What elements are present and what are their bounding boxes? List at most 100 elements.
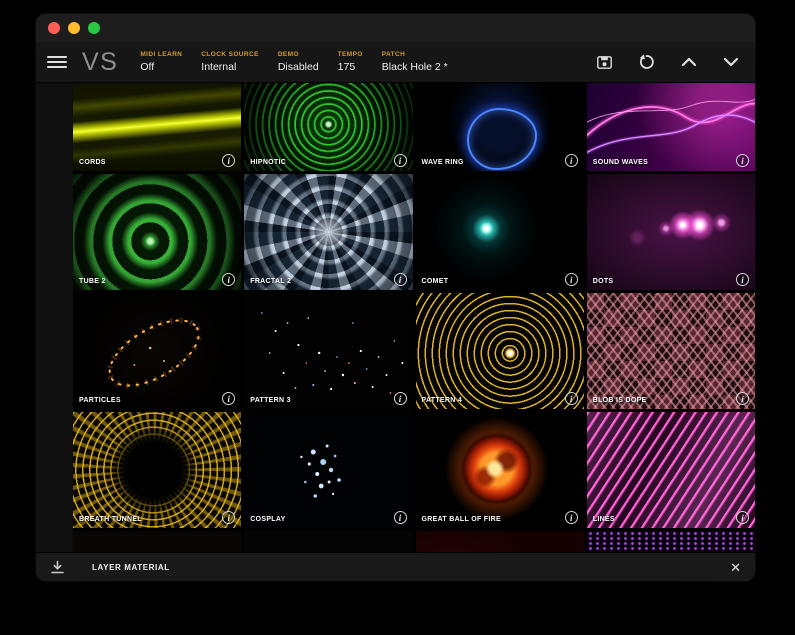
- info-icon[interactable]: i: [394, 511, 407, 524]
- field-label: CLOCK SOURCE: [201, 51, 259, 58]
- waves-art: [587, 83, 755, 171]
- preset-label: GREAT BALL OF FIRE: [422, 516, 501, 523]
- preset-label: WAVE RING: [422, 159, 464, 166]
- header-icons: [597, 54, 739, 70]
- clock-source-value[interactable]: Internal: [201, 61, 259, 73]
- preset-label: COMET: [422, 278, 449, 285]
- field-demo: DEMO Disabled: [278, 51, 319, 73]
- preset-art: [73, 174, 241, 290]
- preset-label: LINES: [593, 516, 615, 523]
- preset-art: [73, 531, 241, 552]
- app-window: VS MIDI LEARN Off CLOCK SOURCE Internal …: [36, 14, 755, 581]
- preset-label: BREATH TUNNEL: [79, 516, 142, 523]
- info-icon[interactable]: i: [736, 392, 749, 405]
- menu-icon-line: [47, 66, 67, 68]
- preset-art: [73, 412, 241, 528]
- demo-value[interactable]: Disabled: [278, 61, 319, 73]
- zoom-window-button[interactable]: [88, 22, 100, 34]
- dots-cluster-art: [244, 412, 412, 528]
- preset-art: [416, 293, 584, 409]
- preset-tile-pattern-4[interactable]: PATTERN 4 i: [416, 293, 584, 409]
- preset-art: [416, 412, 584, 528]
- menu-icon[interactable]: [47, 56, 67, 68]
- preset-tile-cords[interactable]: CORDS i: [73, 83, 241, 171]
- menu-icon-line: [47, 61, 67, 63]
- preset-art: [416, 174, 584, 290]
- field-clock-source: CLOCK SOURCE Internal: [201, 51, 259, 73]
- chevron-down-icon[interactable]: [723, 57, 739, 67]
- undo-icon[interactable]: [638, 54, 655, 70]
- minimize-window-button[interactable]: [68, 22, 80, 34]
- preset-tile-cosplay[interactable]: COSPLAY i: [244, 412, 412, 528]
- preset-grid: CORDS i HIPNOTIC i WAVE RING i: [73, 83, 755, 552]
- close-icon[interactable]: ✕: [730, 561, 741, 574]
- close-window-button[interactable]: [48, 22, 60, 34]
- main-area: CORDS i HIPNOTIC i WAVE RING i: [36, 83, 755, 552]
- save-icon[interactable]: [597, 56, 612, 69]
- wave-ring-shape: [467, 108, 537, 170]
- preset-art: [416, 83, 584, 171]
- preset-tile-hipnotic[interactable]: HIPNOTIC i: [244, 83, 412, 171]
- preset-art: [244, 174, 412, 290]
- preset-tile-blob-is-dope[interactable]: BLOB IS DOPE i: [587, 293, 755, 409]
- info-icon[interactable]: i: [565, 511, 578, 524]
- panel-title: LAYER MATERIAL: [92, 563, 170, 572]
- preset-tile-partial-1[interactable]: [73, 531, 241, 552]
- app-header: VS MIDI LEARN Off CLOCK SOURCE Internal …: [36, 42, 755, 83]
- particles-art: [73, 293, 241, 409]
- info-icon[interactable]: i: [394, 273, 407, 286]
- preset-tile-dots[interactable]: DOTS i: [587, 174, 755, 290]
- info-icon[interactable]: i: [565, 154, 578, 167]
- preset-art: [587, 531, 755, 552]
- preset-label: FRACTAL 2: [250, 278, 291, 285]
- preset-label: COSPLAY: [250, 516, 285, 523]
- midi-learn-value[interactable]: Off: [140, 61, 182, 73]
- preset-tile-partial-3[interactable]: [416, 531, 584, 552]
- preset-tile-lines[interactable]: LINES i: [587, 412, 755, 528]
- preset-tile-tube-2[interactable]: TUBE 2 i: [73, 174, 241, 290]
- field-patch: PATCH Black Hole 2 *: [382, 51, 448, 73]
- preset-art: [73, 83, 241, 171]
- preset-tile-great-ball-of-fire[interactable]: GREAT BALL OF FIRE i: [416, 412, 584, 528]
- preset-art: [587, 293, 755, 409]
- layer-material-bar: LAYER MATERIAL ✕: [36, 552, 755, 581]
- preset-label: HIPNOTIC: [250, 159, 286, 166]
- preset-tile-fractal-2[interactable]: FRACTAL 2 i: [244, 174, 412, 290]
- preset-label: PATTERN 4: [422, 397, 463, 404]
- speckle-art: [244, 293, 412, 409]
- preset-art: [244, 83, 412, 171]
- left-sidebar: [36, 83, 73, 552]
- preset-tile-wave-ring[interactable]: WAVE RING i: [416, 83, 584, 171]
- info-icon[interactable]: i: [394, 392, 407, 405]
- info-icon[interactable]: i: [736, 511, 749, 524]
- field-label: MIDI LEARN: [140, 51, 182, 58]
- field-label: DEMO: [278, 51, 319, 58]
- window-titlebar[interactable]: [36, 14, 755, 42]
- preset-tile-pattern-3[interactable]: PATTERN 3 i: [244, 293, 412, 409]
- info-icon[interactable]: i: [394, 154, 407, 167]
- preset-art: [244, 531, 412, 552]
- app-logo: VS: [82, 50, 118, 75]
- info-icon[interactable]: i: [736, 154, 749, 167]
- preset-tile-partial-4[interactable]: [587, 531, 755, 552]
- patch-value[interactable]: Black Hole 2 *: [382, 61, 448, 73]
- tempo-value[interactable]: 175: [338, 61, 363, 73]
- field-tempo: TEMPO 175: [338, 51, 363, 73]
- preset-tile-sound-waves[interactable]: SOUND WAVES i: [587, 83, 755, 171]
- info-icon[interactable]: i: [565, 392, 578, 405]
- preset-label: CORDS: [79, 159, 106, 166]
- field-label: TEMPO: [338, 51, 363, 58]
- chevron-up-icon[interactable]: [681, 57, 697, 67]
- import-material-icon[interactable]: [50, 560, 65, 574]
- preset-tile-comet[interactable]: COMET i: [416, 174, 584, 290]
- info-icon[interactable]: i: [736, 273, 749, 286]
- preset-art: [587, 412, 755, 528]
- preset-tile-particles[interactable]: PARTICLES i: [73, 293, 241, 409]
- preset-tile-partial-2[interactable]: [244, 531, 412, 552]
- preset-art: [587, 174, 755, 290]
- menu-icon-line: [47, 56, 67, 58]
- preset-tile-breath-tunnel[interactable]: BREATH TUNNEL i: [73, 412, 241, 528]
- field-label: PATCH: [382, 51, 448, 58]
- info-icon[interactable]: i: [565, 273, 578, 286]
- preset-label: BLOB IS DOPE: [593, 397, 647, 404]
